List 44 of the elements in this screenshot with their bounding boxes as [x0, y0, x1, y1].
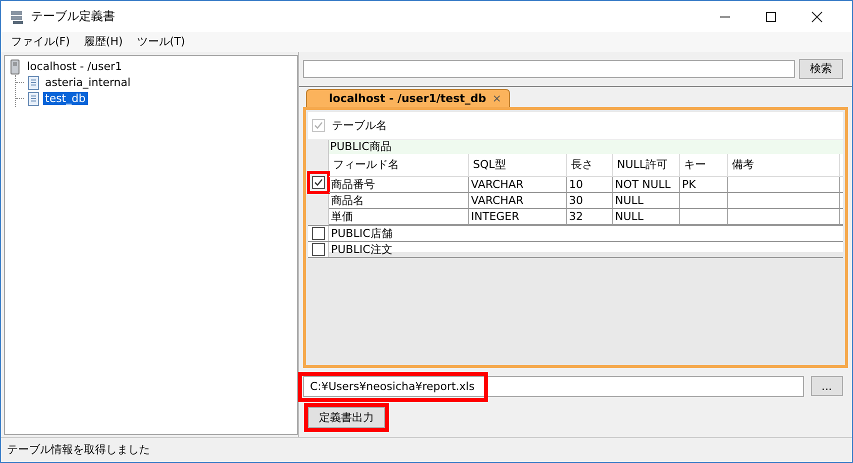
menu-item[interactable]: 履歴(H) [78, 34, 129, 50]
path-field[interactable]: C:¥Users¥neosicha¥report.xls [303, 376, 804, 397]
column-header: 長さ [567, 154, 613, 176]
checkbox[interactable] [312, 226, 324, 240]
browse-button[interactable]: ... [810, 376, 843, 396]
column-header: テーブル名 [331, 118, 387, 133]
tree-item[interactable]: test_db [43, 92, 88, 106]
table-name[interactable]: PUBLIC注文 [329, 242, 843, 257]
tree-item[interactable]: localhost - /user1 [25, 60, 124, 74]
table-cell: VARCHAR [469, 176, 567, 192]
table-cell: 30 [567, 192, 613, 208]
export-button[interactable]: 定義書出力 [308, 406, 385, 428]
server-icon [9, 58, 21, 75]
menu-item[interactable]: ツール(T) [130, 34, 192, 50]
column-header: 備考 [728, 154, 840, 176]
document-icon [28, 92, 39, 106]
close-icon[interactable]: × [492, 92, 502, 105]
search-button[interactable]: 検索 [799, 58, 843, 79]
menu-item[interactable]: ファイル(F) [5, 34, 76, 50]
table-cell: 商品名 [329, 192, 469, 208]
table-cell: 10 [567, 176, 613, 192]
column-header: キー [680, 154, 728, 176]
table-cell: PK [680, 176, 728, 192]
table-cell: NULL [613, 208, 680, 224]
window-title: テーブル定義書 [31, 8, 115, 26]
checkbox[interactable] [312, 242, 324, 256]
table-cell: INTEGER [469, 208, 567, 224]
status-text: テーブル情報を取得しました [7, 442, 150, 458]
column-header: SQL型 [469, 154, 567, 176]
table-cell: VARCHAR [469, 192, 567, 208]
table-cell: NOT NULL [613, 176, 680, 192]
table-cell: 単価 [329, 208, 469, 224]
table-name[interactable]: PUBLIC商品 [329, 140, 843, 154]
server-icon [9, 8, 25, 25]
document-icon [28, 76, 39, 90]
table-cell: NULL [613, 192, 680, 208]
column-header: フィールド名 [329, 154, 469, 176]
table-cell: 32 [567, 208, 613, 224]
table-cell: 商品番号 [329, 176, 469, 192]
tree-item[interactable]: asteria_internal [43, 76, 133, 90]
column-header: NULL許可 [613, 154, 680, 176]
search-field[interactable] [303, 60, 795, 78]
table-name[interactable]: PUBLIC店舗 [329, 226, 843, 241]
tab[interactable]: localhost - /user1/test_db × [306, 88, 510, 107]
